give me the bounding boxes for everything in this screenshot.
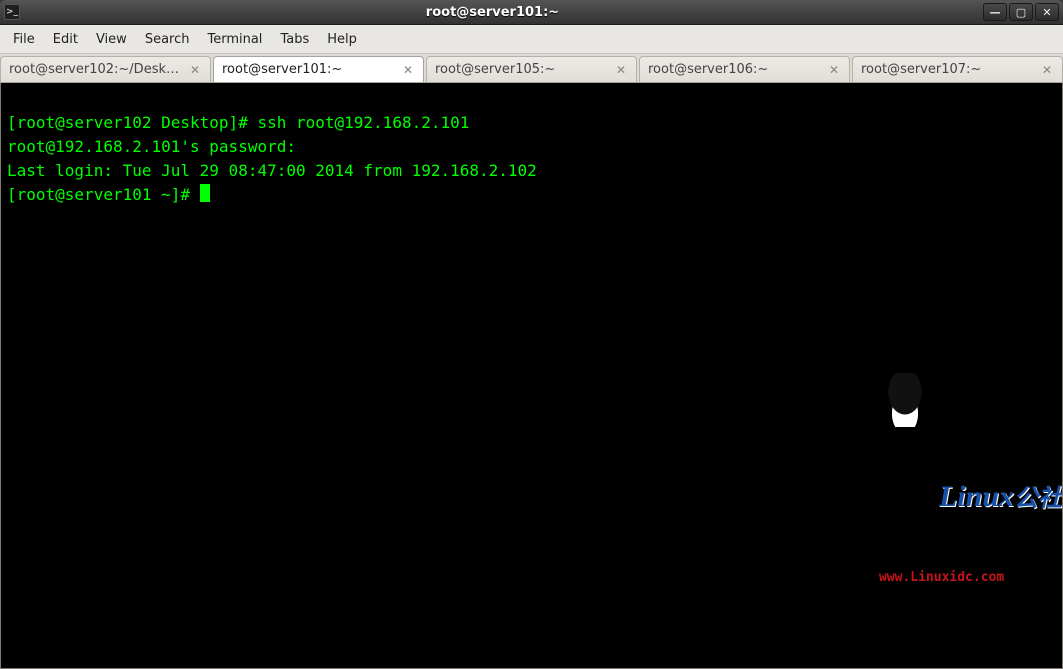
tab-server106[interactable]: root@server106:~ ✕ [639, 56, 850, 82]
terminal-line: [root@server102 Desktop]# ssh root@192.1… [7, 113, 469, 132]
menu-tabs[interactable]: Tabs [271, 28, 318, 51]
close-icon[interactable]: ✕ [827, 63, 841, 77]
terminal-prompt: [root@server101 ~]# [7, 185, 200, 204]
menu-file[interactable]: File [4, 28, 44, 51]
close-icon[interactable]: ✕ [614, 63, 628, 77]
watermark-brand: Linux [939, 480, 1014, 513]
menu-view[interactable]: View [87, 28, 136, 51]
tab-server105[interactable]: root@server105:~ ✕ [426, 56, 637, 82]
terminal-line: Last login: Tue Jul 29 08:47:00 2014 fro… [7, 161, 537, 180]
menu-search[interactable]: Search [136, 28, 199, 51]
menu-edit[interactable]: Edit [44, 28, 87, 51]
tab-strip: root@server102:~/Desktop ✕ root@server10… [0, 54, 1063, 83]
watermark-url: www.Linuxidc.com [879, 566, 1062, 590]
tab-server101[interactable]: root@server101:~ ✕ [213, 56, 424, 82]
menu-terminal[interactable]: Terminal [198, 28, 271, 51]
close-button[interactable]: ✕ [1035, 3, 1059, 21]
tab-label: root@server101:~ [222, 62, 342, 77]
watermark-brand-cn: 公社 [1014, 486, 1062, 512]
watermark: Linux公社 www.Linuxidc.com [840, 349, 1062, 662]
close-icon[interactable]: ✕ [188, 63, 202, 77]
minimize-button[interactable]: — [983, 3, 1007, 21]
menubar: File Edit View Search Terminal Tabs Help [0, 25, 1063, 54]
close-icon[interactable]: ✕ [401, 63, 415, 77]
maximize-button[interactable]: ▢ [1009, 3, 1033, 21]
window-titlebar: >_ root@server101:~ — ▢ ✕ [0, 0, 1063, 25]
close-icon[interactable]: ✕ [1040, 63, 1054, 77]
terminal-cursor [200, 184, 210, 202]
tab-label: root@server106:~ [648, 62, 768, 77]
tab-server102-desktop[interactable]: root@server102:~/Desktop ✕ [0, 56, 211, 82]
tab-label: root@server102:~/Desktop [9, 62, 182, 77]
terminal-viewport[interactable]: [root@server102 Desktop]# ssh root@192.1… [0, 83, 1063, 669]
tab-label: root@server105:~ [435, 62, 555, 77]
tab-label: root@server107:~ [861, 62, 981, 77]
terminal-line: root@192.168.2.101's password: [7, 137, 306, 156]
tux-icon [879, 373, 931, 427]
tab-server107[interactable]: root@server107:~ ✕ [852, 56, 1063, 82]
menu-help[interactable]: Help [318, 28, 366, 51]
window-title: root@server101:~ [4, 5, 981, 20]
